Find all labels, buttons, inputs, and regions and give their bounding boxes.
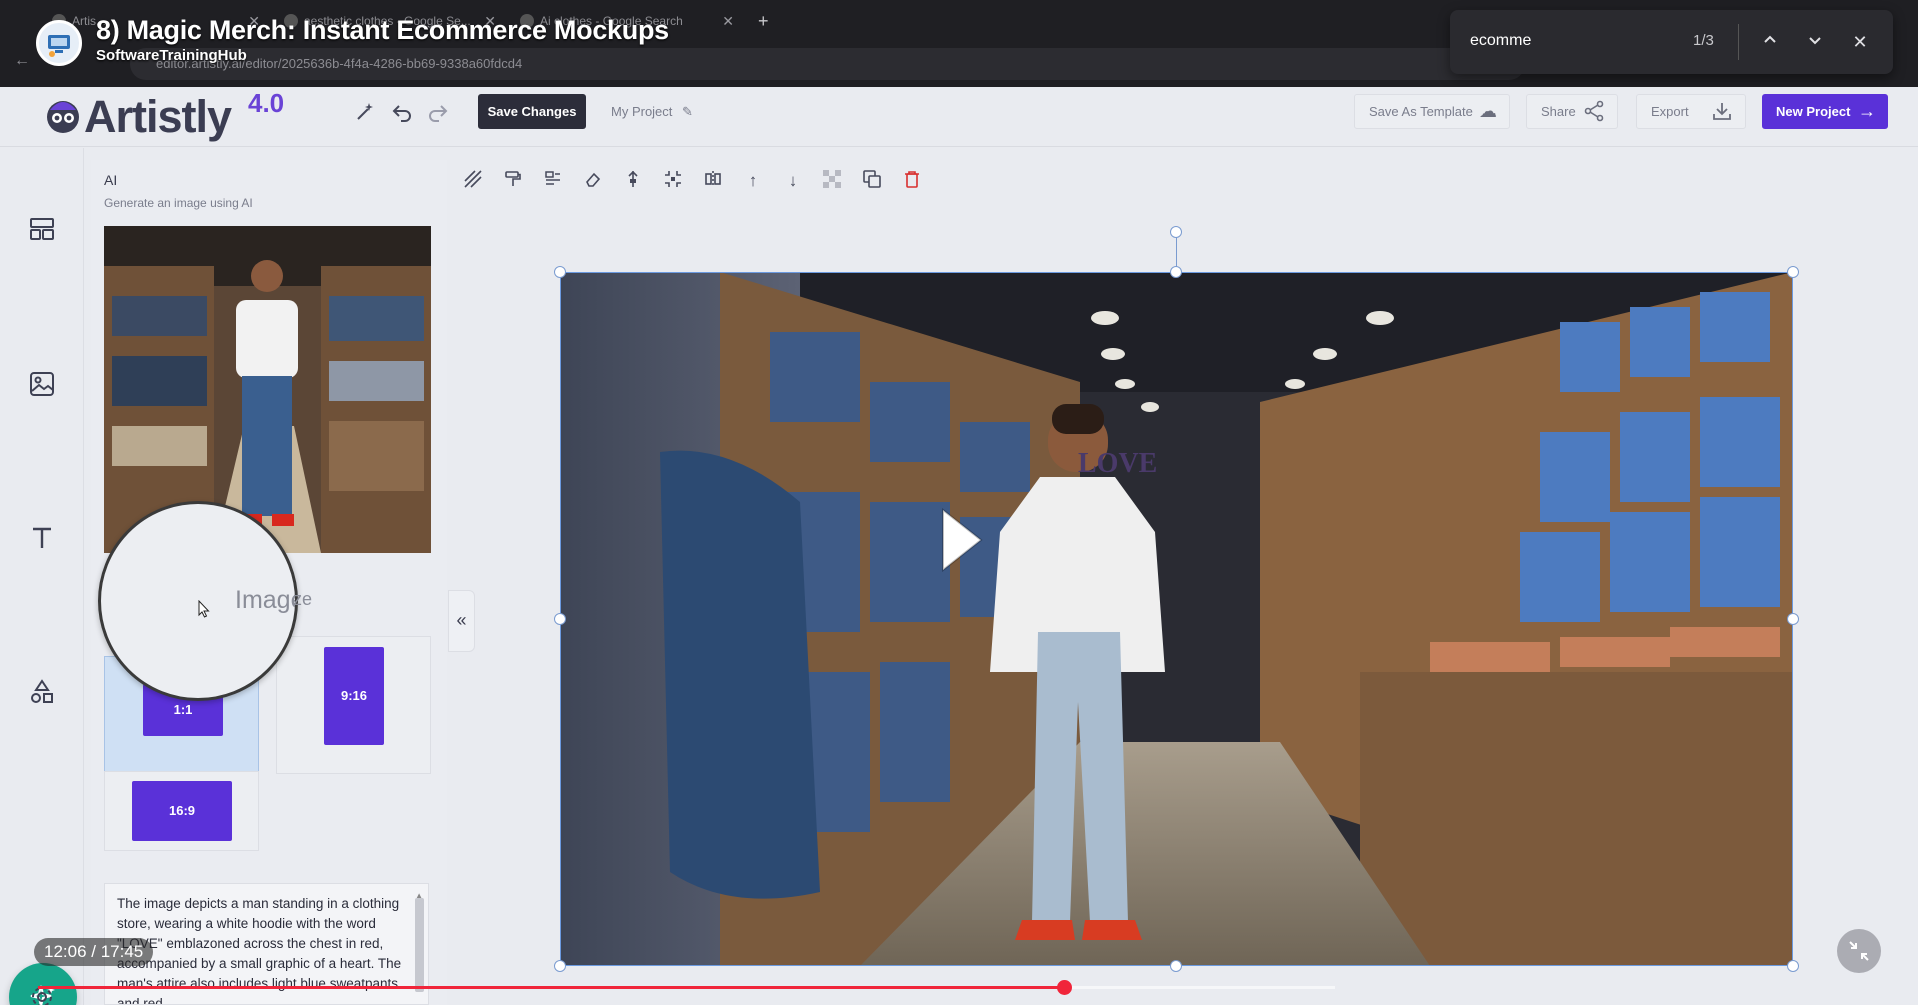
flip-icon[interactable] (702, 170, 724, 192)
magic-wand-icon[interactable] (352, 101, 378, 127)
undo-icon[interactable] (389, 101, 415, 127)
mouse-cursor-icon (198, 600, 210, 618)
panel-subtitle: Generate an image using AI (104, 196, 253, 210)
resize-handle-top-right[interactable] (1787, 266, 1799, 278)
rotate-handle[interactable] (1170, 226, 1182, 238)
address-bar[interactable]: editor.artistly.ai/editor/2025636b-4f4a-… (130, 48, 1525, 80)
resize-handle-bottom-left[interactable] (554, 960, 566, 972)
new-project-button[interactable]: New Project → (1762, 94, 1888, 129)
share-icon (1583, 95, 1605, 128)
chevron-down-icon[interactable] (1801, 28, 1829, 56)
bring-forward-icon[interactable]: ↑ (742, 170, 764, 192)
project-name[interactable]: My Project ✎ (611, 104, 693, 120)
eraser-icon[interactable] (582, 170, 604, 192)
ratio-option-16-9[interactable]: 16:9 (104, 771, 259, 851)
logo-version: 4.0 (248, 88, 285, 118)
magnifier-text: Image (235, 586, 298, 614)
video-title[interactable]: 8) Magic Merch: Instant Ecommerce Mockup… (96, 15, 669, 46)
find-input[interactable]: ecomme (1470, 32, 1531, 50)
pencil-icon[interactable]: ✎ (682, 104, 693, 119)
video-channel-name[interactable]: SoftwareTrainingHub (96, 47, 247, 64)
ratio-chip: 9:16 (324, 647, 384, 745)
duplicate-icon[interactable] (861, 170, 883, 192)
channel-logo-icon (41, 25, 77, 61)
project-name-label: My Project (611, 104, 673, 119)
description-scrollbar[interactable] (415, 898, 424, 992)
templates-icon[interactable] (26, 215, 58, 247)
resize-handle-top-left[interactable] (554, 266, 566, 278)
export-button[interactable]: Export (1636, 94, 1746, 129)
play-icon[interactable] (937, 504, 985, 576)
crop-icon[interactable] (662, 170, 684, 192)
video-progress-played (38, 986, 1064, 989)
generated-image-thumbnail[interactable] (104, 226, 431, 553)
save-changes-button[interactable]: Save Changes (478, 94, 586, 129)
send-backward-icon[interactable]: ↓ (782, 170, 804, 192)
style-icon[interactable] (542, 170, 564, 192)
canvas-image[interactable]: LOVE (560, 272, 1793, 966)
find-divider (1738, 24, 1739, 60)
label-tail-text: ze (293, 589, 313, 609)
exit-fullscreen-icon[interactable] (1837, 929, 1881, 973)
hatch-pattern-icon[interactable] (462, 170, 484, 192)
ratio-chip: 16:9 (132, 781, 232, 841)
logo-mascot-icon (47, 101, 79, 133)
video-progress-knob[interactable] (1057, 980, 1072, 995)
resize-handle-bottom[interactable] (1170, 960, 1182, 972)
save-as-template-button[interactable]: Save As Template ☁ (1354, 94, 1510, 129)
left-tool-rail (0, 148, 84, 1005)
hoodie-print-text: LOVE (1078, 448, 1157, 479)
image-icon[interactable] (26, 370, 58, 402)
find-match-count: 1/3 (1693, 32, 1714, 49)
align-icon[interactable] (622, 170, 644, 192)
redo-icon[interactable] (425, 101, 451, 127)
shapes-icon[interactable] (26, 678, 58, 710)
chevron-up-icon[interactable] (1756, 28, 1784, 56)
close-icon[interactable]: ✕ (1846, 28, 1874, 56)
video-time: 12:06 / 17:45 (34, 938, 154, 966)
resize-handle-top[interactable] (1170, 266, 1182, 278)
logo-text: Artistly (84, 91, 232, 142)
resize-handle-bottom-right[interactable] (1787, 960, 1799, 972)
cursor-magnifier: Image (98, 501, 298, 701)
cloud-upload-icon: ☁ (1479, 101, 1497, 121)
ratio-option-9-16[interactable]: 9:16 (276, 636, 431, 774)
arrow-right-icon: → (1858, 101, 1876, 121)
delete-icon[interactable] (901, 170, 923, 192)
app-header: Artistly 4.0 Save Changes My Project ✎ S… (0, 87, 1918, 147)
find-bar: ecomme 1/3 ✕ (1450, 10, 1893, 74)
transparency-icon[interactable] (821, 170, 843, 192)
resize-handle-right[interactable] (1787, 613, 1799, 625)
resize-handle-left[interactable] (554, 613, 566, 625)
tab-close-icon[interactable]: ✕ (722, 8, 734, 34)
text-icon[interactable] (26, 524, 58, 556)
back-icon[interactable]: ← (14, 52, 30, 70)
download-icon (1711, 95, 1733, 128)
new-tab-button[interactable]: + (758, 8, 778, 34)
paint-roller-icon[interactable] (502, 170, 524, 192)
share-button[interactable]: Share (1526, 94, 1618, 129)
channel-avatar[interactable] (36, 20, 82, 66)
panel-title: AI (104, 172, 118, 188)
